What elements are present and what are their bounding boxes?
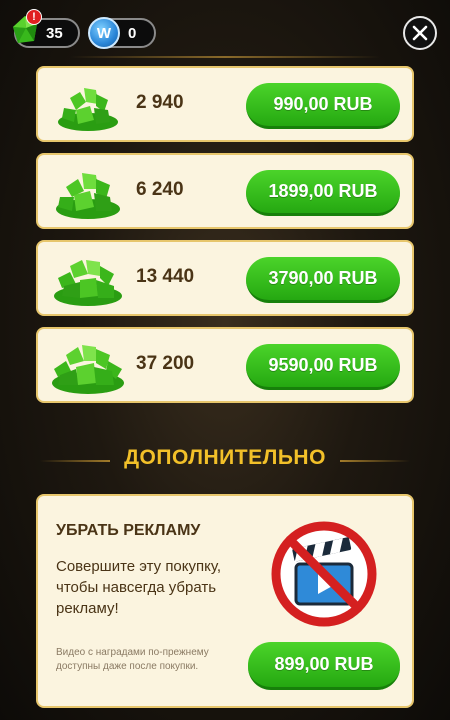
remove-ads-title: УБРАТЬ РЕКЛАМУ [56,522,201,539]
remove-ads-offer: УБРАТЬ РЕКЛАМУ Совершите эту покупку, чт… [36,494,414,708]
close-button[interactable] [403,16,437,50]
header-divider [70,56,380,58]
remove-ads-buy-button[interactable]: 899,00 RUB [248,642,400,690]
top-bar: 35 ! 0 W [0,0,450,58]
no-ads-icon [271,521,377,627]
buy-button[interactable]: 3790,00 RUB [246,257,400,303]
gem-pile-icon [58,88,118,131]
w-count: 0 [128,24,137,42]
gem-pack-amount: 13 440 [136,266,195,287]
remove-ads-note: Видео с наградами по-прежнему доступны д… [56,647,209,672]
w-coin-icon: W [88,17,120,49]
gem-pack-offer-3: 13 440 3790,00 RUB [36,240,414,316]
gem-pack-amount: 6 240 [136,179,184,200]
section-title: ДОПОЛНИТЕЛЬНО [124,446,326,469]
gem-pack-amount: 37 200 [136,353,195,374]
w-coin-letter: W [96,24,112,42]
buy-button[interactable]: 990,00 RUB [246,83,400,129]
buy-button[interactable]: 1899,00 RUB [246,170,400,216]
remove-ads-description: Совершите эту покупку, чтобы навсегда уб… [56,558,222,617]
close-icon [412,25,428,41]
gem-pile-icon [54,260,122,306]
gem-pack-offer-1: 2 940 990,00 RUB [36,66,414,142]
gem-pile-icon [56,173,120,219]
alert-badge-text: ! [32,11,36,23]
buy-button[interactable]: 9590,00 RUB [246,344,400,390]
alert-badge-icon: ! [26,9,42,25]
gem-pile-icon [52,345,124,394]
gem-pack-offer-2: 6 240 1899,00 RUB [36,153,414,229]
gem-pack-offer-4: 37 200 9590,00 RUB [36,327,414,403]
gem-pack-amount: 2 940 [136,92,184,113]
gems-count: 35 [46,24,63,42]
